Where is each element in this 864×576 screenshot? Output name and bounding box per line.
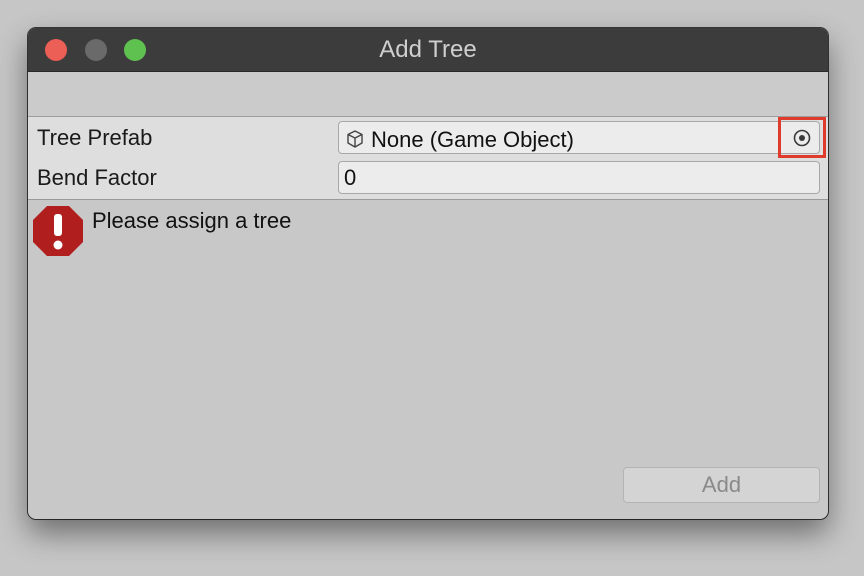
game-object-cube-icon	[347, 130, 363, 148]
tree-prefab-label: Tree Prefab	[37, 125, 153, 150]
object-picker-button[interactable]	[778, 117, 826, 158]
add-tree-window: Add Tree Tree Prefab None (Game Object) …	[28, 28, 828, 519]
help-message: Please assign a tree	[92, 208, 292, 233]
error-icon	[33, 206, 83, 256]
tree-prefab-field[interactable]: None (Game Object)	[338, 121, 820, 154]
add-button[interactable]: Add	[623, 467, 820, 503]
fields-panel: Tree Prefab None (Game Object) Bend Fact…	[28, 117, 828, 200]
toolbar-area	[28, 72, 828, 117]
object-picker-icon	[793, 129, 811, 147]
window-title: Add Tree	[379, 36, 477, 63]
title-bar[interactable]: Add Tree	[28, 28, 828, 72]
help-box: Please assign a tree	[28, 200, 828, 260]
bend-factor-input[interactable]: 0	[338, 161, 820, 194]
tree-prefab-value: None (Game Object)	[371, 127, 574, 152]
bend-factor-label: Bend Factor	[37, 165, 157, 190]
